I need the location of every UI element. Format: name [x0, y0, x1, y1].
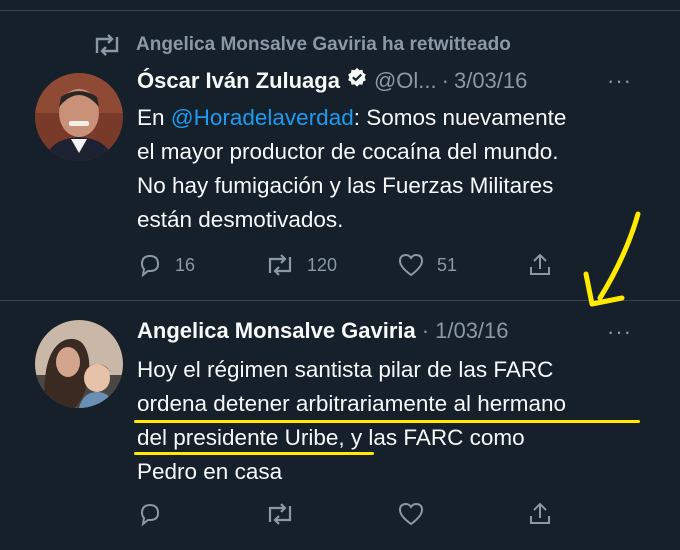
- tweet-actions: [137, 499, 567, 529]
- retweet-icon: [95, 34, 119, 56]
- tweet-text-line: del presidente Uribe, y las FARC como: [137, 425, 525, 450]
- share-icon: [530, 502, 550, 524]
- share-button[interactable]: [527, 501, 553, 527]
- reply-button[interactable]: 16: [137, 252, 195, 278]
- tweet-text-line: Pedro en casa: [137, 459, 283, 484]
- top-divider: [0, 0, 680, 11]
- share-icon: [530, 253, 550, 275]
- like-count: 51: [437, 254, 458, 275]
- author-name[interactable]: Angelica Monsalve Gaviria: [137, 318, 416, 344]
- more-options-icon[interactable]: ···: [607, 319, 632, 345]
- verified-badge-icon: [346, 67, 368, 95]
- reply-icon: [140, 254, 160, 278]
- tweet-header: Óscar Iván Zuluaga @Ol... · 3/03/16: [137, 67, 527, 95]
- tweet-text-line: ordena detener arbitrariamente al herman…: [137, 391, 567, 416]
- tweet-text-line: En @Horadelaverdad: Somos nuevamente: [137, 101, 657, 135]
- tweet-header: Angelica Monsalve Gaviria · 1/03/16: [137, 318, 509, 344]
- retweet-icon: [268, 503, 292, 525]
- annotation-arrow: [583, 211, 641, 307]
- reply-button[interactable]: [137, 501, 163, 527]
- mention-link[interactable]: @Horadelaverdad: [171, 105, 354, 130]
- avatar[interactable]: [35, 73, 123, 161]
- share-button[interactable]: [527, 252, 553, 278]
- annotation-underline: [134, 420, 640, 423]
- annotation-underline: [134, 452, 374, 455]
- retweet-icon: [268, 254, 292, 276]
- like-button[interactable]: [397, 501, 425, 527]
- heart-icon: [398, 253, 424, 277]
- more-options-icon[interactable]: ···: [607, 68, 632, 94]
- tweet-angelica-monsalve-gaviria[interactable]: Angelica Monsalve Gaviria · 1/03/16 ··· …: [0, 301, 680, 550]
- reply-icon: [140, 503, 160, 527]
- separator-dot: ·: [441, 68, 449, 93]
- tweet-text-line: Hoy el régimen santista pilar de las FAR…: [137, 357, 554, 382]
- reply-count: 16: [175, 254, 196, 275]
- separator-dot: ·: [421, 318, 430, 343]
- retweet-button[interactable]: 120: [265, 253, 337, 277]
- retweet-banner: Angelica Monsalve Gaviria ha retwitteado: [92, 32, 511, 58]
- retweet-banner-text: Angelica Monsalve Gaviria ha retwitteado: [136, 34, 511, 55]
- author-handle[interactable]: @Ol...: [374, 68, 437, 94]
- retweet-count: 120: [307, 254, 338, 275]
- tweet-actions: 16 120 51: [137, 250, 567, 280]
- avatar[interactable]: [35, 320, 123, 408]
- like-button[interactable]: 51: [397, 252, 457, 278]
- text-line-rest: : Somos nuevamente: [353, 105, 567, 130]
- retweet-button[interactable]: [265, 502, 295, 526]
- tweet-text-line: No hay fumigación y las Fuerzas Militare…: [137, 173, 554, 198]
- author-name[interactable]: Óscar Iván Zuluaga: [137, 68, 340, 94]
- text-prefix: En: [137, 105, 171, 130]
- tweet-text-line: el mayor productor de cocaína del mundo.: [137, 139, 559, 164]
- tweet-date[interactable]: 3/03/16: [454, 68, 527, 94]
- heart-icon: [398, 502, 424, 526]
- tweet-date[interactable]: 1/03/16: [435, 318, 508, 344]
